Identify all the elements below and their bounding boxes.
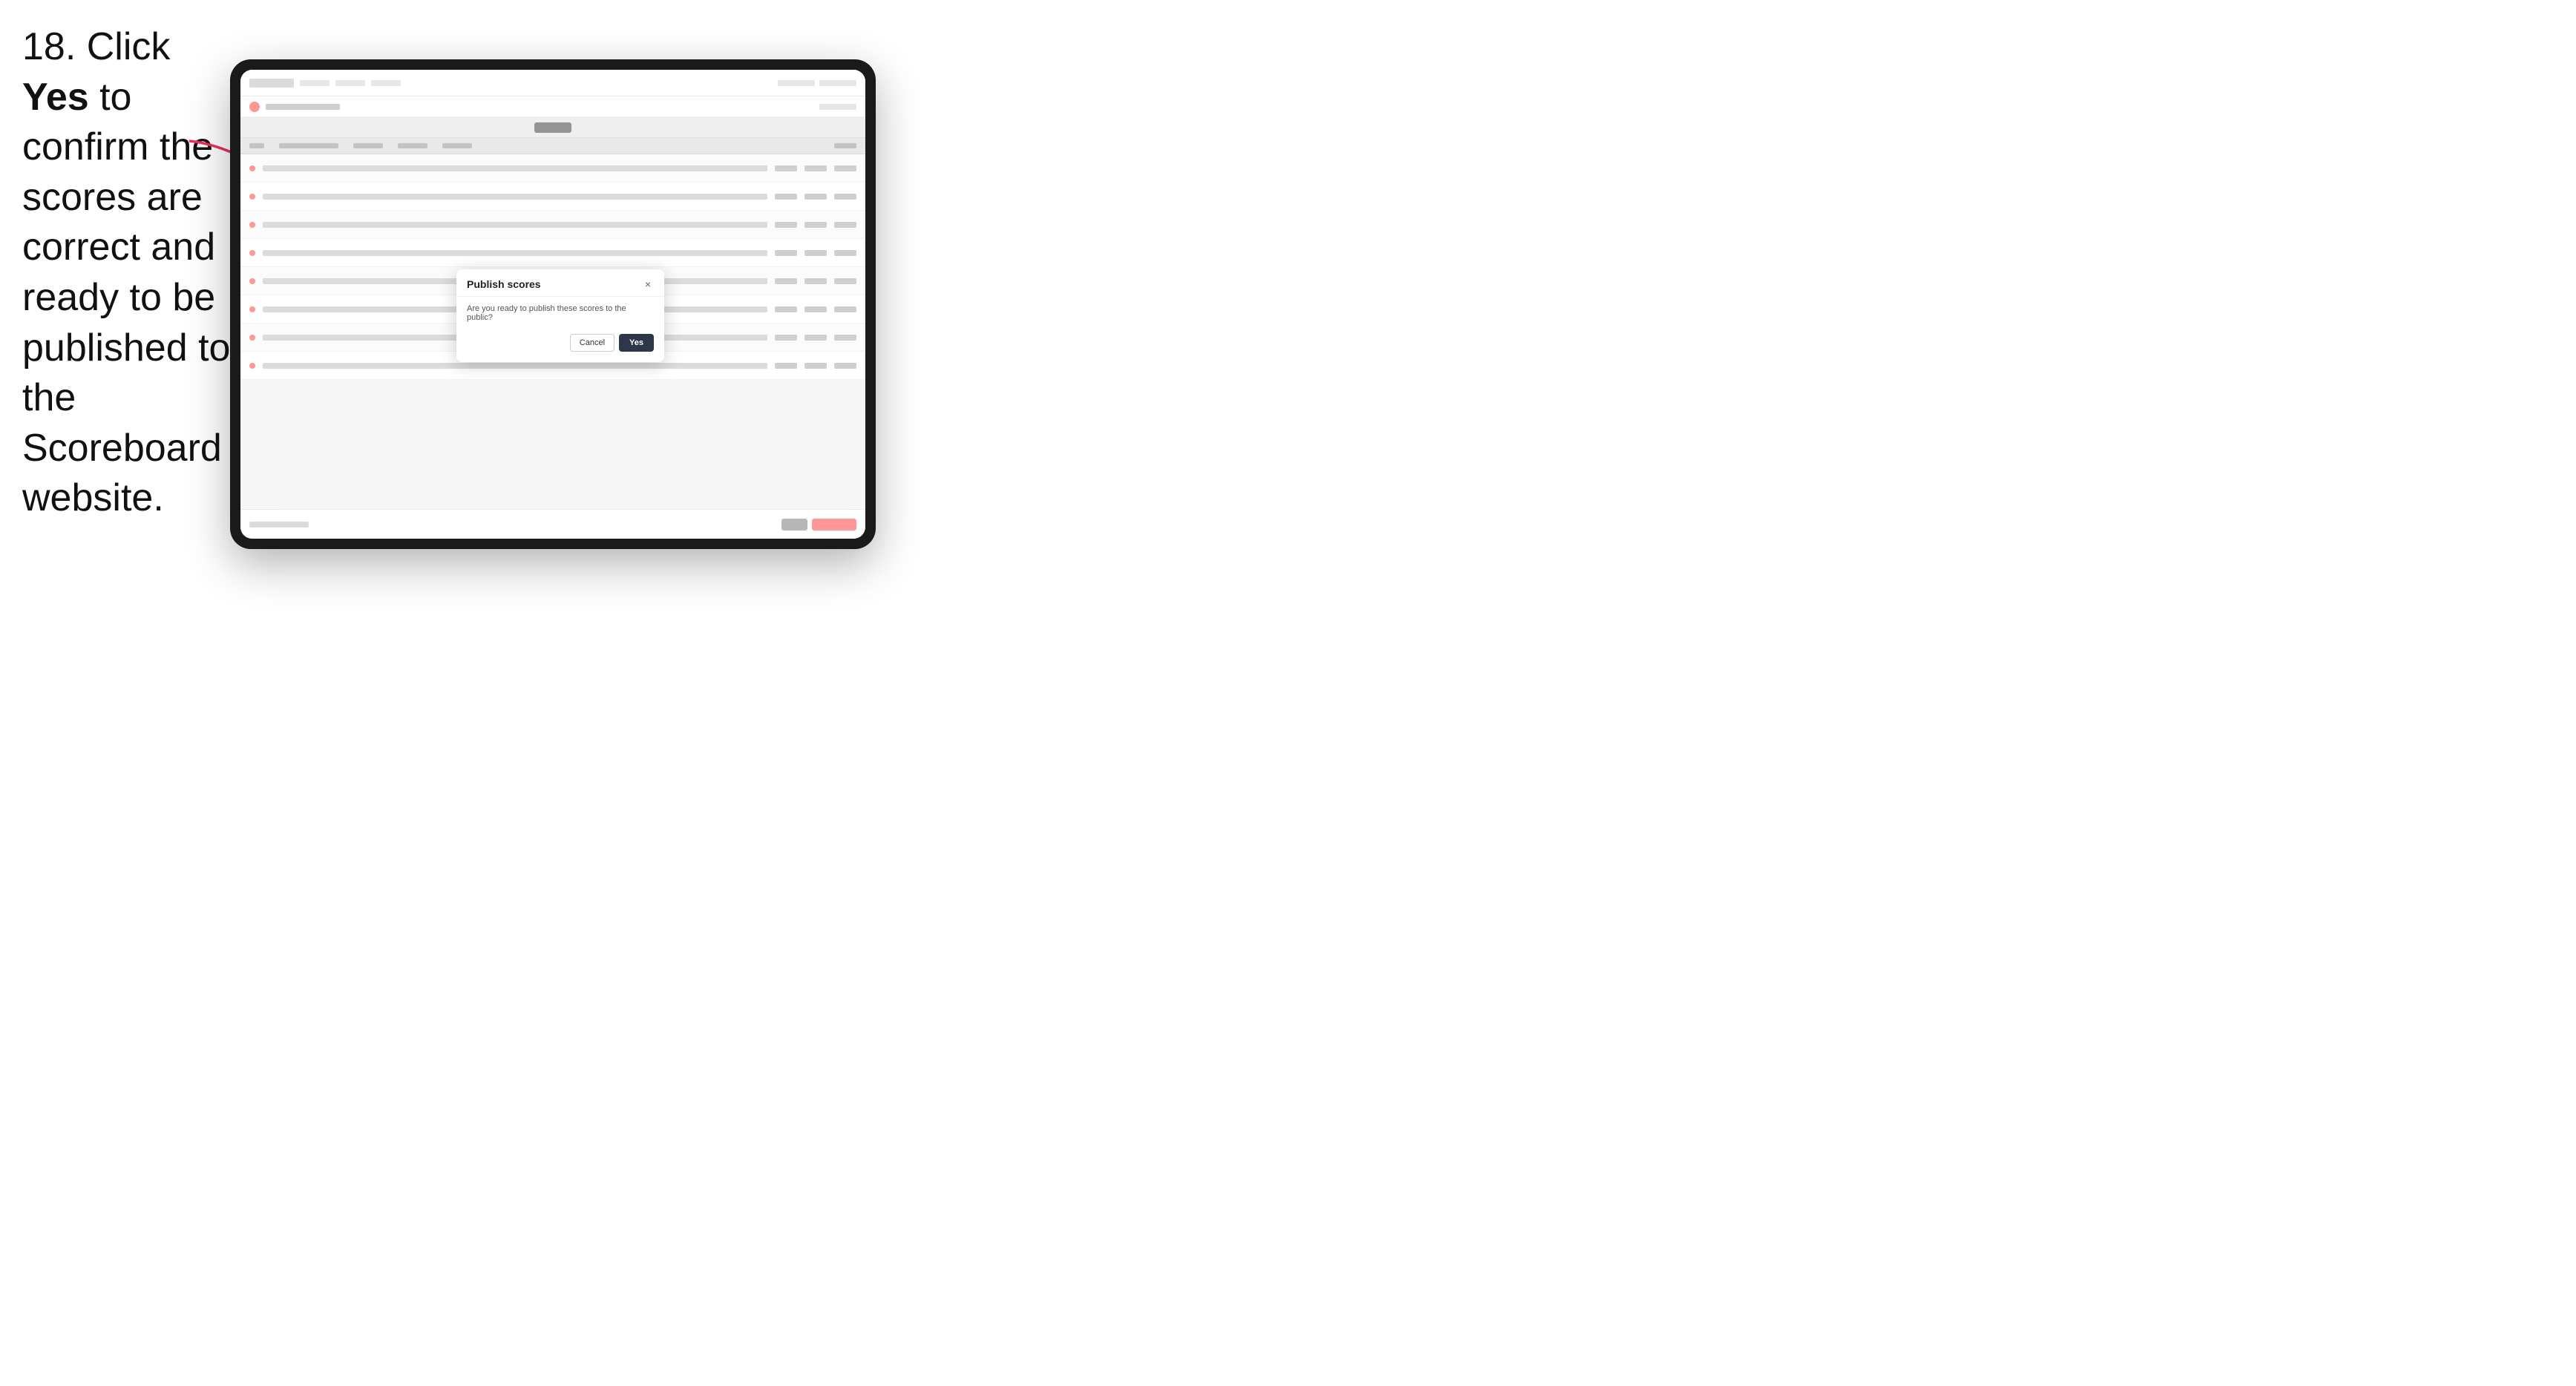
dialog-close-button[interactable]: × [642, 278, 654, 290]
dialog-title: Publish scores [467, 278, 541, 290]
tablet-screen: Publish scores × Are you ready to publis… [240, 70, 865, 539]
dialog-header: Publish scores × [456, 269, 664, 297]
dialog-overlay: Publish scores × Are you ready to publis… [240, 70, 865, 539]
instruction-suffix: to confirm the scores are correct and re… [22, 76, 230, 520]
dialog-body: Are you ready to publish these scores to… [456, 297, 664, 362]
instruction-text: 18. Click Yes to confirm the scores are … [22, 22, 237, 524]
dialog-actions: Cancel Yes [467, 334, 654, 352]
step-number: 18. [22, 25, 76, 68]
yes-emphasis: Yes [22, 76, 89, 119]
dialog-message: Are you ready to publish these scores to… [467, 304, 654, 322]
tablet-device: Publish scores × Are you ready to publis… [230, 59, 876, 549]
publish-scores-dialog: Publish scores × Are you ready to publis… [456, 269, 664, 362]
instruction-prefix: Click [87, 25, 171, 68]
cancel-button[interactable]: Cancel [570, 334, 614, 352]
yes-button[interactable]: Yes [619, 334, 654, 352]
